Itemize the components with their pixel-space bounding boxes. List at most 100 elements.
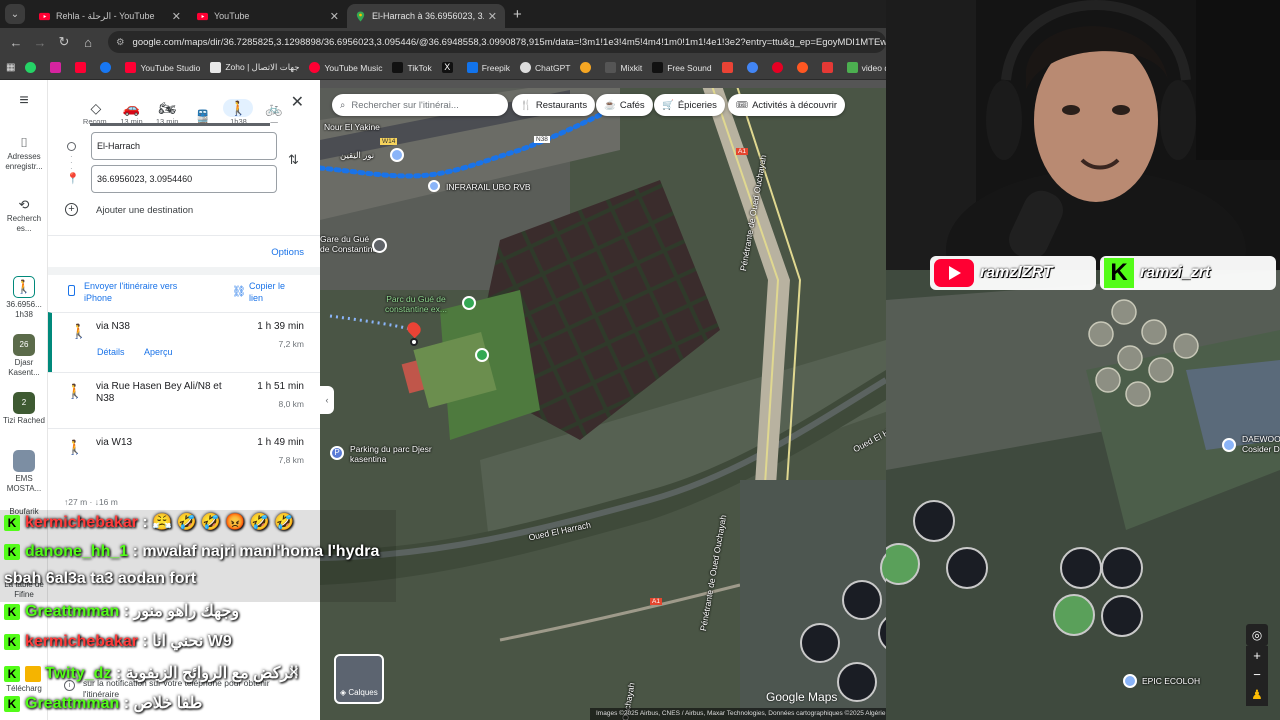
- route-distance: 7,8 km: [278, 455, 304, 465]
- saved-label: Adresses enregistr...: [5, 152, 43, 171]
- bookmark-mixkit[interactable]: Mixkit: [605, 62, 642, 73]
- bookmark-icon-1[interactable]: [25, 62, 40, 73]
- close-notification-icon[interactable]: ✕: [288, 664, 300, 681]
- collapse-panel-button[interactable]: ‹: [320, 386, 334, 414]
- bookmark-freepik[interactable]: Freepik: [466, 62, 510, 73]
- tab-rehla-youtube[interactable]: Rehla - الرحلة - YouTube ✕: [31, 4, 189, 28]
- route-option-3[interactable]: 🚶 via W13 1 h 49 min 7,8 km: [48, 428, 320, 484]
- chat-username: kermichebakar: [25, 514, 138, 531]
- bookmark-icon-5[interactable]: [821, 62, 837, 73]
- chip-groceries[interactable]: 🛒 Épiceries: [654, 94, 725, 116]
- walk-route-icon: 🚶: [13, 276, 35, 298]
- recent-item-ems[interactable]: EMS MOSTA...: [0, 450, 48, 494]
- recent-item-djasr[interactable]: 26 Djasr Kasent...: [0, 334, 48, 378]
- tab-search-button[interactable]: ⌄: [5, 4, 25, 24]
- route-details-link[interactable]: Détails: [97, 347, 125, 357]
- train-station-icon[interactable]: [372, 238, 387, 253]
- close-tab-icon[interactable]: ✕: [172, 10, 181, 23]
- send-to-phone-button[interactable]: Envoyer l'itinéraire vers iPhone: [84, 280, 204, 304]
- options-button[interactable]: Options: [271, 247, 304, 258]
- bookmark-video[interactable]: video d: [846, 62, 886, 73]
- x-icon[interactable]: X: [441, 62, 457, 73]
- route-preview-link[interactable]: Aperçu: [144, 347, 173, 357]
- chat-message: K Greattmman : طفا خلاص: [4, 693, 202, 713]
- mode-motorbike[interactable]: 🏍 13 min: [152, 99, 182, 126]
- pinterest-icon[interactable]: [771, 62, 787, 73]
- recent-item-route[interactable]: 🚶 36.6956... 1h38: [0, 276, 48, 320]
- close-directions-icon[interactable]: ✕: [291, 92, 304, 112]
- close-tab-icon[interactable]: ✕: [330, 10, 339, 23]
- reload-icon[interactable]: ↻: [52, 34, 76, 50]
- bookmark-youtube-studio[interactable]: YouTube Studio: [125, 62, 200, 73]
- chat-message: Kdanone_hh_1 : mwalaf najri manl'homa l'…: [4, 543, 379, 561]
- place-marker-icon[interactable]: [1123, 674, 1137, 688]
- place-marker-icon[interactable]: [1222, 438, 1236, 452]
- forward-icon[interactable]: →: [28, 35, 52, 50]
- instagram-icon[interactable]: [50, 62, 65, 73]
- destination-dot-icon: [410, 338, 418, 346]
- recent-item-tizi[interactable]: 2 Tizi Rached: [0, 392, 48, 426]
- park-icon[interactable]: [475, 348, 489, 362]
- bookmark-icon-2[interactable]: [580, 62, 595, 73]
- chip-activities[interactable]: 🎟 Activités à découvrir: [728, 94, 846, 116]
- route-option-2[interactable]: 🚶 via Rue Hasen Bey Ali/N8 et N38 1 h 51…: [48, 372, 320, 428]
- pegman-icon[interactable]: ♟: [1246, 684, 1268, 706]
- close-tab-icon[interactable]: ✕: [488, 10, 497, 23]
- bookmark-icon-4[interactable]: [796, 62, 812, 73]
- satellite-imagery-extended: [886, 270, 1280, 720]
- route-via: via Rue Hasen Bey Ali/N8 et N38: [96, 381, 222, 404]
- chip-restaurants[interactable]: 🍴 Restaurants: [512, 94, 596, 116]
- mode-bike[interactable]: 🚲 —: [259, 99, 289, 126]
- mode-car[interactable]: 🚗 13 min: [116, 99, 146, 126]
- bookmark-youtube-music[interactable]: YouTube Music: [309, 62, 382, 73]
- add-destination-icon[interactable]: +: [65, 203, 78, 216]
- place-marker-icon[interactable]: [428, 180, 440, 192]
- home-icon[interactable]: ⌂: [76, 35, 100, 50]
- bookmark-tiktok[interactable]: TikTok: [392, 62, 432, 73]
- copy-link-button[interactable]: Copier le lien: [249, 280, 299, 304]
- park-icon[interactable]: [462, 296, 476, 310]
- label-parc: Parc du Gué de constantine ex...: [385, 294, 447, 314]
- swap-icon[interactable]: ⇅: [288, 152, 299, 168]
- back-icon[interactable]: ←: [4, 35, 28, 50]
- url-input[interactable]: ⚙ google.com/maps/dir/36.7285825,3.12988…: [108, 31, 886, 53]
- bookmark-icon-3[interactable]: [746, 62, 762, 73]
- tab-google-maps[interactable]: El-Harrach à 36.6956023, 3.0954460 ✕: [347, 4, 505, 28]
- label-nour-ar: نور اليقين: [340, 150, 375, 160]
- saved-places[interactable]: ⌷ Adresses enregistr...: [0, 136, 48, 172]
- bookmark-zoho[interactable]: Zoho | جهات الاتصال: [210, 62, 299, 73]
- motorbike-icon: 🏍: [158, 100, 177, 116]
- map-canvas[interactable]: ⌕ Rechercher sur l'itinérai... 🍴 Restaura…: [320, 80, 886, 720]
- add-destination-button[interactable]: Ajouter une destination: [96, 205, 193, 216]
- zoom-out-button[interactable]: −: [1246, 666, 1268, 686]
- new-tab-button[interactable]: +: [513, 6, 522, 23]
- tab-youtube[interactable]: YouTube ✕: [189, 4, 347, 28]
- recent-searches[interactable]: ⟲ Recherch es...: [0, 198, 48, 234]
- youtube-bookmark-icon[interactable]: [75, 62, 90, 73]
- youtube-icon: [197, 12, 208, 20]
- facebook-icon[interactable]: [100, 62, 115, 73]
- gmail-icon[interactable]: [721, 62, 737, 73]
- route-option-1[interactable]: 🚶 via N38 1 h 39 min 7,2 km Détails Aper…: [48, 312, 320, 372]
- destination-input[interactable]: 36.6956023, 3.0954460: [91, 165, 277, 193]
- mode-walk[interactable]: 🚶 1h38: [223, 99, 254, 126]
- origin-input[interactable]: El-Harrach: [91, 132, 277, 160]
- ticket-icon: 🎟: [736, 99, 749, 111]
- map-search-input[interactable]: ⌕ Rechercher sur l'itinérai...: [332, 94, 508, 116]
- apps-icon[interactable]: ▦: [6, 62, 15, 73]
- place-marker-icon[interactable]: [390, 148, 404, 162]
- address-bar-row: ← → ↻ ⌂ ⚙ google.com/maps/dir/36.7285825…: [0, 28, 886, 56]
- place-thumbnail: 2: [13, 392, 35, 414]
- chat-message-continued: sbah 6al3a ta3 aodan fort: [4, 570, 196, 588]
- mode-recommended[interactable]: ◇ Recom.: [81, 99, 111, 126]
- chip-cafes[interactable]: ☕ Cafés: [596, 94, 653, 116]
- bookmark-chatgpt[interactable]: ChatGPT: [520, 62, 570, 73]
- travel-mode-selector: ◇ Recom. 🚗 13 min 🏍 13 min 🚆 🚶 1h38 🚲 —: [48, 80, 320, 126]
- map-attribution: Images ©2025 Airbus, CNES / Airbus, Maxa…: [590, 708, 886, 720]
- menu-icon[interactable]: ≡: [0, 93, 48, 109]
- site-info-icon[interactable]: ⚙: [116, 37, 125, 48]
- parking-icon[interactable]: P: [330, 446, 344, 460]
- zoom-in-button[interactable]: +: [1246, 646, 1268, 666]
- bookmark-free-sound[interactable]: Free Sound: [652, 62, 712, 73]
- my-location-button[interactable]: ◎: [1246, 624, 1268, 646]
